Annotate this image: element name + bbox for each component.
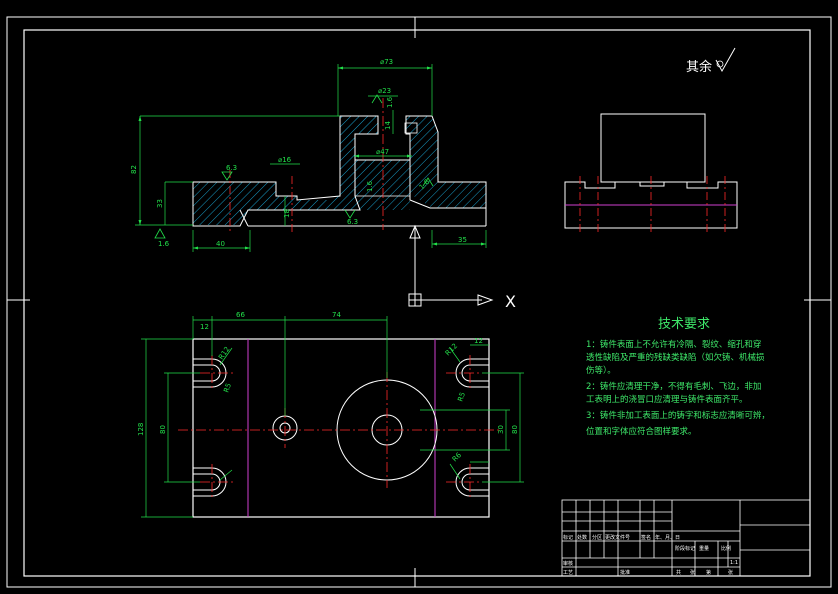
dim-d73: ⌀73 [380,58,393,66]
tb-weight: 重量 [699,545,709,552]
roughness-note-text: 其余 [686,59,712,75]
tech-req-line-7: 位置和字体应符合图样要求。 [586,426,697,437]
dim-w12-left: 12 [200,323,209,331]
section-view: ⌀73 ⌀23 ⌀47 ⌀16 82 33 40 35 14 18 1.6 1.… [130,58,487,252]
roughness-1-6-d: 1.6 [386,96,394,108]
dim-w40: 40 [216,240,225,248]
plan-view: 12 66 74 12 128 80 30 80 R12 R12 R5 R5 R… [137,311,524,518]
dim-h33: 33 [156,199,164,208]
tech-req-line-2: 透性缺陷及严重的残缺类缺陷（如欠铸、机械损 [586,352,765,363]
tb-date: 年、月、日 [655,534,680,541]
outer-border [6,16,832,588]
axis-x-label: X [505,292,516,311]
side-view [564,113,738,234]
dim-h14: 14 [384,121,392,130]
dim-d47: ⌀47 [376,148,389,156]
roughness-1-6-a: 1.6 [158,240,170,248]
tb-stage-mark: 阶段标记 [675,545,695,552]
dim-h80-right: 80 [511,425,519,434]
tech-req-line-3: 伤等）。 [586,365,616,376]
roughness-6-3-b: 6.3 [347,218,358,226]
technical-requirements: 技术要求 1：铸件表面上不允许有冷隔、裂纹、缩孔和穿 透性缺陷及严重的残缺类缺陷… [586,317,770,437]
tb-sheets-2: 张 [728,569,733,576]
roughness-1-6-b: 1.6 [366,180,374,192]
dim-r5-right: R5 [456,391,467,403]
tb-mark: 标记 [563,534,573,541]
dim-h80-left: 80 [159,425,167,434]
dim-h82: 82 [130,165,138,174]
tech-req-line-1: 1：铸件表面上不允许有冷隔、裂纹、缩孔和穿 [586,339,761,350]
tech-req-title: 技术要求 [658,317,710,332]
roughness-6-3-a: 6.3 [226,164,237,172]
tb-sheets-1: 张 [690,569,695,576]
tb-scale-value: 1:1 [730,560,738,566]
dim-w74: 74 [332,311,341,319]
centering-marks [7,17,831,587]
tb-no: 第 [706,569,711,576]
tb-process: 工艺 [563,570,573,576]
tech-req-line-5: 工表明上的浇冒口应清理与铸件表面齐平。 [586,394,748,405]
dim-w35: 35 [458,236,467,244]
coordinate-axis [408,224,494,307]
roughness-general-note: 其余 [686,47,736,75]
tb-sign: 签名 [641,534,651,541]
dim-h30: 30 [497,425,505,434]
tech-req-line-4: 2：铸件应清理干净，不得有毛刺、飞边，非加 [586,381,761,392]
tb-review: 审核 [563,560,573,567]
dim-d16: ⌀16 [278,156,292,164]
tb-total: 共 [676,569,681,576]
dim-h128: 128 [137,423,145,436]
dim-d23: ⌀23 [378,87,391,95]
roughness-symbol-icon [715,47,736,73]
tb-count: 处数 [577,534,587,541]
dim-h18: 18 [283,209,291,218]
tb-zone: 分区 [592,534,602,541]
title-block-text: 标记 处数 分区 更改文件号 签名 年、月、日 阶段标记 重量 比例 1:1 审… [563,534,738,576]
dim-w12-right: 12 [474,337,483,345]
inner-border [23,29,811,577]
dim-r12-left: R12 [217,345,231,361]
tb-change-doc: 更改文件号 [605,534,630,541]
tech-req-line-6: 3：铸件非加工表面上的铸字和标志应清晰可辨， [586,410,770,421]
dim-r12-right: R12 [444,342,459,357]
dim-r5-left: R5 [222,382,233,394]
dim-r6: R6 [451,451,464,464]
tb-approve: 批准 [620,569,630,576]
tb-scale-label: 比例 [721,545,731,552]
dim-w66: 66 [236,311,245,319]
drawing-canvas: 其余 ⌀73 ⌀23 ⌀47 ⌀16 82 33 40 35 14 18 1.6… [6,16,832,588]
